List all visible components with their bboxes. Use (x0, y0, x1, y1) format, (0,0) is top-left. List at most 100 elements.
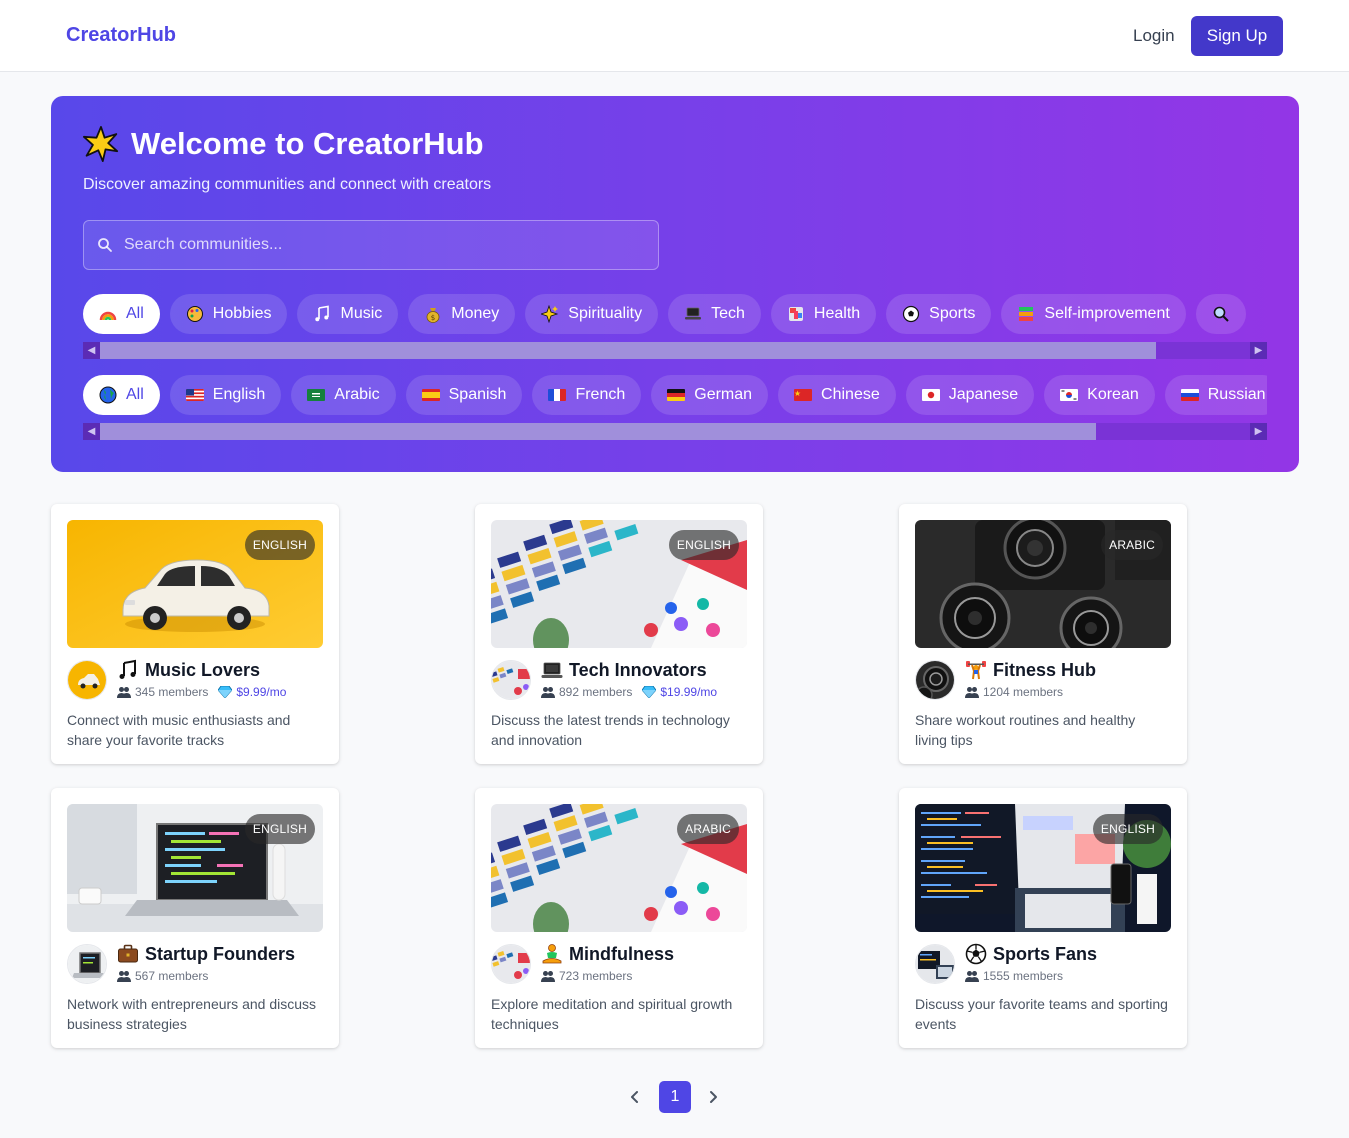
spain-flag-icon (421, 389, 440, 401)
community-description: Share workout routines and healthy livin… (915, 712, 1136, 748)
camera-lenses-image: ARABIC (915, 520, 1171, 648)
community-description: Connect with music enthusiasts and share… (67, 712, 291, 748)
language-japanese[interactable]: Japanese (905, 375, 1035, 415)
community-meta: 723 members (541, 969, 632, 983)
category-spirituality[interactable]: Spirituality (525, 294, 659, 334)
scroll-left-arrow[interactable]: ◀ (83, 342, 100, 359)
language-arabic[interactable]: Arabic (291, 375, 396, 415)
laptop-icon (541, 662, 563, 678)
palette-icon (186, 306, 203, 322)
community-card[interactable]: ARABIC Fitness Hub 1204 members Share wo… (899, 504, 1187, 764)
category-hobbies[interactable]: Hobbies (169, 294, 288, 334)
community-card[interactable]: ENGLISH Tech Innovators 892 members $19.… (475, 504, 763, 764)
avatar[interactable] (491, 944, 531, 984)
category-more[interactable] (1195, 294, 1246, 334)
svg-text:$: $ (431, 314, 435, 322)
japan-flag-icon (921, 389, 940, 401)
language-russian[interactable]: Russian (1164, 375, 1267, 415)
community-title[interactable]: Startup Founders (117, 943, 295, 965)
category-self-improvement[interactable]: Self-improvement (1001, 294, 1186, 334)
community-card[interactable]: ARABIC Mindfulness 723 members Explore m… (475, 788, 763, 1048)
avatar[interactable] (915, 944, 955, 984)
rainbow-icon (99, 311, 117, 321)
language-german[interactable]: German (651, 375, 769, 415)
price-tag: $19.99/mo (642, 685, 717, 699)
category-money[interactable]: $ Money (408, 294, 516, 334)
briefcase-icon (118, 944, 138, 963)
category-all[interactable]: All (83, 294, 160, 334)
saudi-flag-icon (307, 389, 326, 401)
members-icon (541, 687, 555, 698)
language-filter: All English Arabic Spanish French German… (83, 375, 1267, 415)
books-icon (1019, 307, 1034, 321)
category-music[interactable]: Music (297, 294, 399, 334)
search-input[interactable] (124, 221, 644, 269)
us-flag-icon (185, 389, 204, 401)
members-icon (965, 687, 979, 698)
community-title[interactable]: Music Lovers (117, 659, 260, 681)
community-meta: 892 members $19.99/mo (541, 685, 717, 699)
music-note-icon (315, 305, 330, 322)
community-meta: 567 members (117, 969, 208, 983)
community-title[interactable]: Fitness Hub (965, 659, 1096, 681)
page-1-button[interactable]: 1 (659, 1081, 691, 1113)
members-icon (117, 687, 131, 698)
scroll-right-arrow[interactable]: ▶ (1250, 423, 1267, 440)
member-count: 567 members (135, 969, 209, 983)
music-note-icon (117, 659, 139, 681)
avatar[interactable] (67, 944, 107, 984)
weightlifter-icon (966, 661, 986, 680)
category-tech[interactable]: Tech (668, 294, 761, 334)
language-badge: ENGLISH (1092, 814, 1163, 844)
logo[interactable]: CreatorHub (66, 24, 176, 47)
hero-banner: Welcome to CreatorHub Discover amazing c… (51, 96, 1299, 472)
community-title[interactable]: Tech Innovators (541, 659, 707, 681)
community-card[interactable]: ENGLISH Music Lovers 345 members $9.99/m… (51, 504, 339, 764)
hero-heading: Welcome to CreatorHub (83, 126, 484, 162)
avatar[interactable] (491, 660, 531, 700)
member-count: 892 members (559, 685, 633, 699)
health-icon (788, 307, 803, 321)
laptop-icon (685, 307, 702, 320)
language-french[interactable]: French (532, 375, 642, 415)
prev-page-button[interactable] (618, 1081, 650, 1113)
money-bag-icon: $ (426, 308, 440, 323)
category-scrollbar[interactable]: ◀ ▶ (83, 342, 1267, 359)
signup-button[interactable]: Sign Up (1191, 16, 1283, 56)
avatar[interactable] (67, 660, 107, 700)
community-meta: 1555 members (965, 969, 1063, 983)
category-sports[interactable]: Sports (886, 294, 992, 334)
members-icon (965, 971, 979, 982)
community-title[interactable]: Sports Fans (965, 943, 1097, 965)
meditation-icon (542, 944, 562, 964)
glowing-star-icon (83, 126, 119, 162)
scroll-left-arrow[interactable]: ◀ (83, 423, 100, 440)
scrollbar-thumb[interactable] (100, 423, 1096, 440)
avatar[interactable] (915, 660, 955, 700)
community-description: Explore meditation and spiritual growth … (491, 996, 733, 1032)
language-chinese[interactable]: Chinese (778, 375, 896, 415)
login-link[interactable]: Login (1133, 26, 1175, 46)
language-all[interactable]: All (83, 375, 160, 415)
community-description: Discuss the latest trends in technology … (491, 712, 730, 748)
laptop-desk-image: ENGLISH (67, 804, 323, 932)
scrollbar-thumb[interactable] (100, 342, 1156, 359)
community-card[interactable]: ENGLISH Sports Fans 1555 members Discuss… (899, 788, 1187, 1048)
next-page-button[interactable] (698, 1081, 730, 1113)
member-count: 345 members (135, 685, 209, 699)
language-english[interactable]: English (169, 375, 282, 415)
language-korean[interactable]: Korean (1044, 375, 1155, 415)
community-card[interactable]: ENGLISH Startup Founders 567 members Net… (51, 788, 339, 1048)
chevron-right-icon (710, 1091, 717, 1103)
category-health[interactable]: Health (770, 294, 877, 334)
price-tag: $9.99/mo (218, 685, 286, 699)
community-title[interactable]: Mindfulness (541, 943, 674, 965)
korea-flag-icon (1060, 389, 1079, 401)
member-count: 1204 members (983, 685, 1064, 699)
scroll-right-arrow[interactable]: ▶ (1250, 342, 1267, 359)
soccer-ball-icon (965, 943, 987, 965)
language-spanish[interactable]: Spanish (405, 375, 523, 415)
top-nav: CreatorHub Login Sign Up (0, 0, 1349, 72)
gem-icon (218, 686, 233, 698)
language-scrollbar[interactable]: ◀ ▶ (83, 423, 1267, 440)
